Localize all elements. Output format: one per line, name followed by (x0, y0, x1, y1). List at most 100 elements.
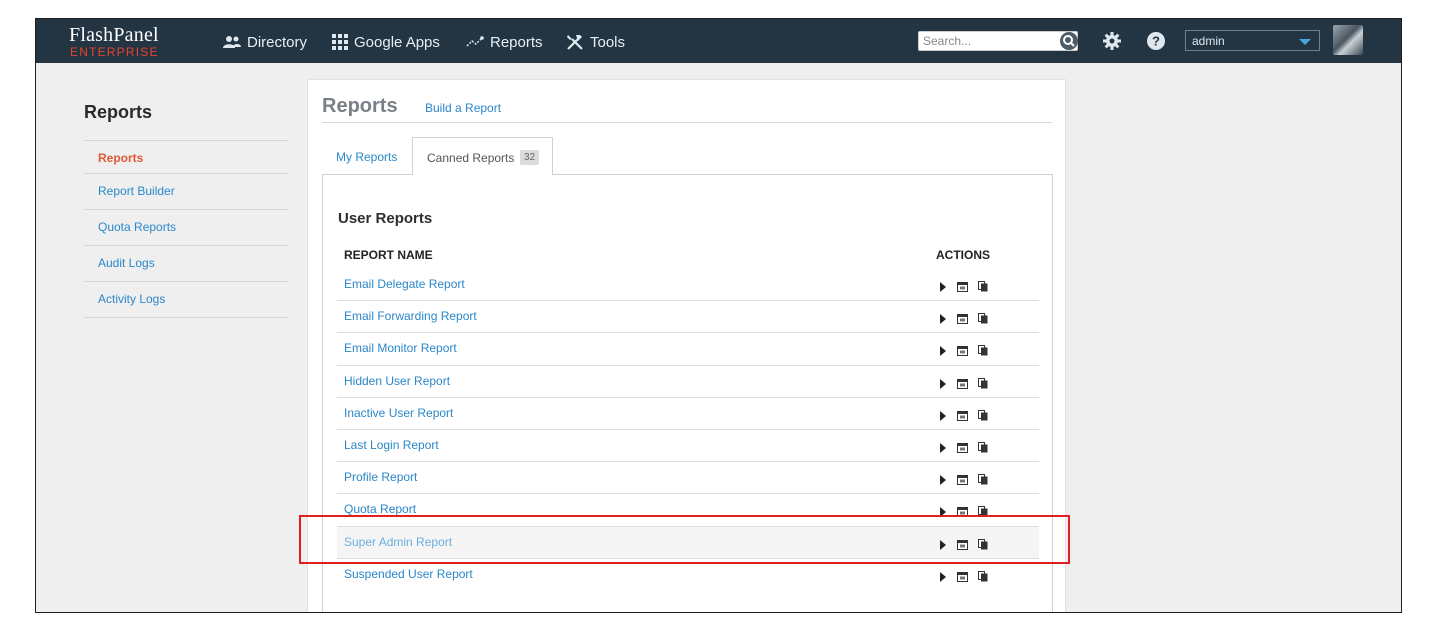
settings-button[interactable] (1102, 31, 1122, 51)
column-header-actions: ACTIONS (936, 248, 990, 262)
logo-sub-text: ENTERPRISE (70, 45, 159, 59)
row-divider (337, 493, 1039, 495)
report-name-link[interactable]: Hidden User Report (344, 374, 450, 388)
tools-icon (567, 35, 583, 50)
sidebar-divider (84, 245, 289, 246)
schedule-calendar-icon[interactable] (957, 537, 968, 555)
sidebar-item-reports[interactable]: Reports (98, 151, 143, 165)
table-row[interactable]: Email Monitor Report (337, 332, 1039, 364)
build-report-link[interactable]: Build a Report (425, 101, 501, 115)
row-divider (337, 300, 1039, 302)
help-icon: ? (1147, 32, 1165, 50)
gear-icon (1103, 32, 1121, 50)
sidebar-item-audit-logs[interactable]: Audit Logs (98, 256, 155, 270)
table-row[interactable]: Profile Report (337, 461, 1039, 493)
schedule-calendar-icon[interactable] (957, 311, 968, 329)
search-input[interactable] (918, 31, 1078, 51)
run-report-icon[interactable] (939, 408, 947, 426)
report-name-link[interactable]: Email Monitor Report (344, 341, 457, 355)
main-panel: Reports Build a Report My Reports Canned… (307, 79, 1066, 612)
table-row[interactable]: Hidden User Report (337, 364, 1039, 397)
table-row[interactable]: Suspended User Report (337, 557, 1039, 590)
row-divider (337, 557, 1039, 559)
row-divider (337, 332, 1039, 334)
schedule-calendar-icon[interactable] (957, 376, 968, 394)
report-name-link[interactable]: Super Admin Report (344, 535, 452, 549)
run-report-icon[interactable] (939, 472, 947, 490)
schedule-calendar-icon[interactable] (957, 440, 968, 458)
copy-report-icon[interactable] (978, 472, 988, 490)
copy-report-icon[interactable] (978, 569, 988, 587)
schedule-calendar-icon[interactable] (957, 504, 968, 522)
sidebar-item-quota-reports[interactable]: Quota Reports (98, 220, 176, 234)
tab-content: User Reports REPORT NAME ACTIONS Email D… (322, 174, 1053, 612)
tab-canned-reports-label: Canned Reports (427, 151, 515, 165)
sidebar-item-report-builder[interactable]: Report Builder (98, 184, 175, 198)
nav-google-apps[interactable]: Google Apps (332, 31, 440, 53)
copy-report-icon[interactable] (978, 440, 988, 458)
chevron-down-icon (1299, 39, 1311, 45)
report-name-link[interactable]: Email Delegate Report (344, 277, 465, 291)
flashpanel-logo[interactable]: FlashPanel ENTERPRISE (69, 24, 189, 59)
title-divider (322, 122, 1052, 123)
table-row[interactable]: Email Forwarding Report (337, 300, 1039, 332)
copy-report-icon[interactable] (978, 279, 988, 297)
sidebar-divider (84, 281, 289, 282)
copy-report-icon[interactable] (978, 408, 988, 426)
copy-report-icon[interactable] (978, 343, 988, 361)
schedule-calendar-icon[interactable] (957, 472, 968, 490)
run-report-icon[interactable] (939, 504, 947, 522)
row-divider (337, 525, 1039, 527)
nav-tools[interactable]: Tools (566, 31, 625, 53)
table-row[interactable]: Last Login Report (337, 429, 1039, 461)
nav-reports[interactable]: Reports (466, 31, 543, 53)
copy-report-icon[interactable] (978, 311, 988, 329)
user-dropdown[interactable]: admin (1185, 30, 1320, 51)
report-name-link[interactable]: Quota Report (344, 502, 416, 516)
users-icon (223, 36, 241, 48)
schedule-calendar-icon[interactable] (957, 408, 968, 426)
page-title: Reports (322, 95, 398, 117)
user-dropdown-value: admin (1192, 34, 1225, 48)
copy-report-icon[interactable] (978, 504, 988, 522)
table-row[interactable]: Inactive User Report (337, 396, 1039, 429)
tab-canned-reports[interactable]: Canned Reports 32 (412, 137, 553, 175)
report-name-link[interactable]: Profile Report (344, 470, 417, 484)
app-window: FlashPanel ENTERPRISE Directory Google A… (35, 18, 1402, 613)
tab-my-reports[interactable]: My Reports (336, 150, 397, 164)
schedule-calendar-icon[interactable] (957, 343, 968, 361)
svg-text:?: ? (1152, 34, 1160, 49)
schedule-calendar-icon[interactable] (957, 279, 968, 297)
run-report-icon[interactable] (939, 569, 947, 587)
top-navigation-bar: FlashPanel ENTERPRISE Directory Google A… (36, 19, 1401, 63)
run-report-icon[interactable] (939, 279, 947, 297)
sidebar-divider (84, 209, 289, 210)
chart-line-icon (466, 36, 484, 47)
help-button[interactable]: ? (1146, 31, 1166, 51)
run-report-icon[interactable] (939, 376, 947, 394)
search-button[interactable] (1059, 31, 1079, 51)
copy-report-icon[interactable] (978, 376, 988, 394)
run-report-icon[interactable] (939, 537, 947, 555)
table-row[interactable]: Quota Report (337, 493, 1039, 525)
nav-google-apps-label: Google Apps (354, 33, 440, 51)
report-name-link[interactable]: Suspended User Report (344, 567, 473, 581)
table-row[interactable]: Email Delegate Report (337, 268, 1039, 300)
row-divider (337, 364, 1039, 366)
copy-report-icon[interactable] (978, 537, 988, 555)
avatar[interactable] (1333, 25, 1363, 55)
run-report-icon[interactable] (939, 440, 947, 458)
sidebar-item-activity-logs[interactable]: Activity Logs (98, 292, 165, 306)
row-divider (337, 429, 1039, 430)
nav-directory[interactable]: Directory (223, 31, 307, 53)
report-name-link[interactable]: Email Forwarding Report (344, 309, 477, 323)
run-report-icon[interactable] (939, 311, 947, 329)
schedule-calendar-icon[interactable] (957, 569, 968, 587)
report-name-link[interactable]: Inactive User Report (344, 406, 453, 420)
search-icon (1060, 32, 1078, 50)
table-row[interactable]: Super Admin Report (337, 525, 1039, 558)
nav-tools-label: Tools (590, 33, 626, 51)
report-name-link[interactable]: Last Login Report (344, 438, 439, 452)
section-title: User Reports (338, 210, 433, 227)
run-report-icon[interactable] (939, 343, 947, 361)
